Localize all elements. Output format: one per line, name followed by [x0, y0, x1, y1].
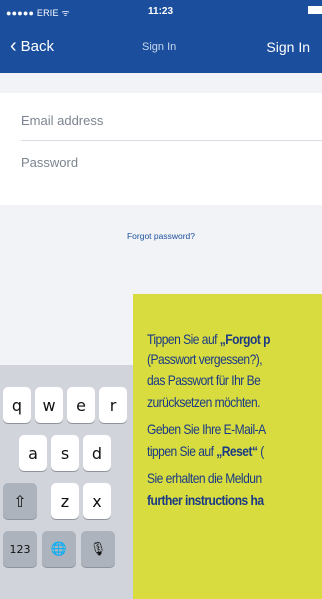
form-header-spacer	[0, 73, 322, 93]
callout-bold: „Forgot p	[219, 331, 271, 347]
back-button[interactable]: ‹ Back	[10, 34, 55, 57]
callout-bold: further instructions ha	[147, 492, 264, 508]
callout-line: (Passwort vergessen?),	[147, 351, 263, 367]
navigation-bar: ‹ Back Sign In Sign In	[0, 23, 322, 73]
password-field-row	[0, 143, 322, 183]
battery-icon	[308, 6, 322, 14]
shift-key[interactable]: ⇧	[3, 483, 37, 519]
back-label: Back	[20, 38, 55, 55]
numbers-key[interactable]: 123	[3, 531, 37, 567]
key-a[interactable]: a	[19, 435, 47, 471]
callout-line: Tippen Sie auf „Forgot p	[147, 329, 322, 349]
callout-line: zurücksetzen möchten.	[147, 394, 260, 410]
callout-text: (	[257, 443, 264, 459]
key-x[interactable]: x	[83, 483, 111, 519]
instruction-callout: Tippen Sie auf „Forgot p (Passwort verge…	[133, 294, 322, 599]
callout-line: tippen Sie auf „Reset“ (	[147, 441, 322, 461]
status-time: 11:23	[148, 6, 174, 17]
divider	[21, 140, 322, 141]
status-bar: ●●●●● ERIE ᯤ 11:23	[0, 0, 322, 23]
globe-icon[interactable]: 🌐	[42, 531, 76, 567]
callout-text: Tippen Sie auf	[147, 331, 220, 347]
page-title: Sign In	[142, 41, 177, 53]
password-field[interactable]	[21, 155, 311, 170]
callout-line: Geben Sie Ihre E-Mail-A	[147, 421, 266, 437]
microphone-icon[interactable]: 🎙	[81, 531, 115, 567]
email-field-row	[0, 101, 322, 141]
sign-in-form	[0, 93, 322, 205]
key-r[interactable]: r	[99, 387, 127, 423]
key-e[interactable]: e	[67, 387, 95, 423]
carrier-label: ●●●●● ERIE ᯤ	[6, 8, 70, 18]
callout-bold: „Reset“	[216, 443, 258, 459]
callout-line: further instructions ha	[147, 490, 322, 510]
key-s[interactable]: s	[51, 435, 79, 471]
callout-line: das Passwort für Ihr Be	[147, 372, 261, 388]
key-q[interactable]: q	[3, 387, 31, 423]
forgot-password-link[interactable]: Forgot password?	[0, 231, 322, 241]
key-z[interactable]: z	[51, 483, 79, 519]
email-field[interactable]	[21, 113, 311, 128]
callout-text: tippen Sie auf	[147, 443, 217, 459]
key-d[interactable]: d	[83, 435, 111, 471]
sign-in-button[interactable]: Sign In	[266, 39, 310, 55]
callout-line: Sie erhalten die Meldun	[147, 470, 262, 486]
key-w[interactable]: w	[35, 387, 63, 423]
chevron-left-icon: ‹	[10, 34, 17, 57]
